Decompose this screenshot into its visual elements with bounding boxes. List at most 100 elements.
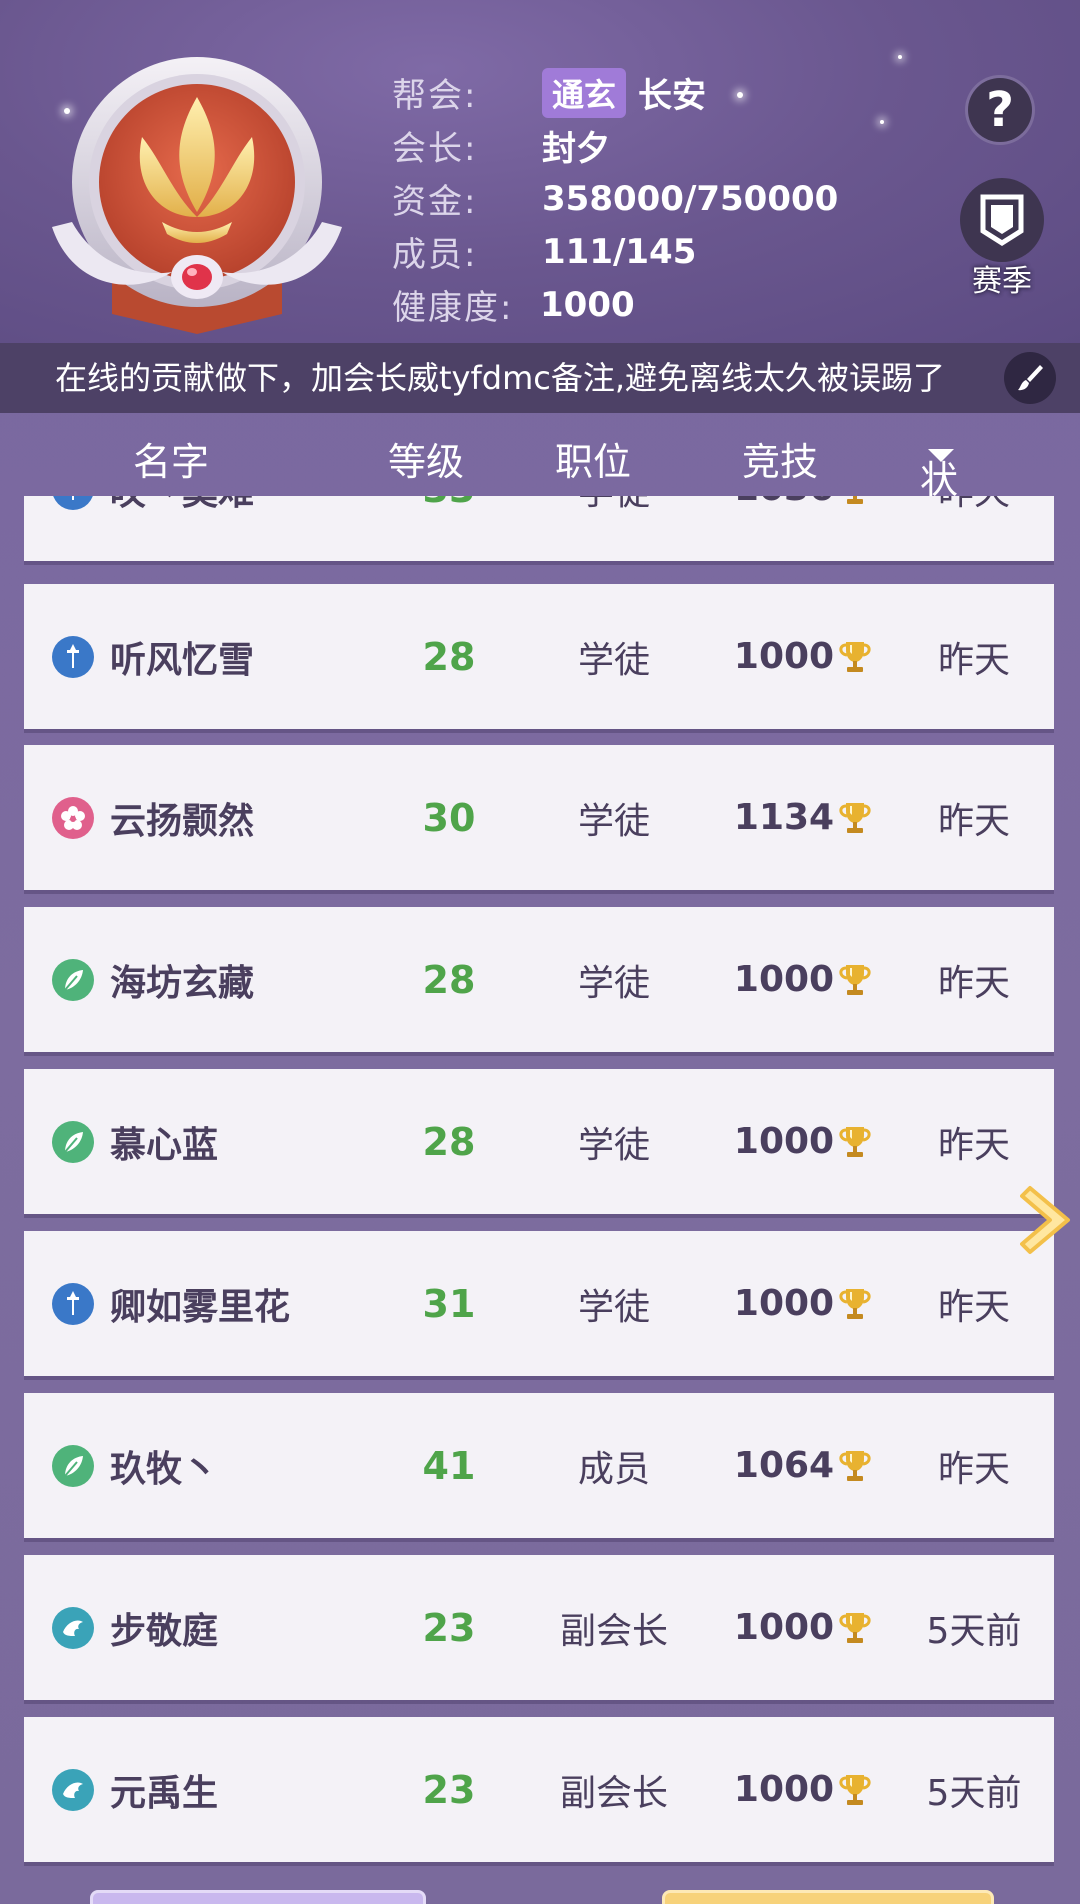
member-arena-cell: 1064 [724, 1393, 884, 1538]
guild-info-table: 帮会: 通玄 长安 会长: 封夕 资金: 358000/750000 成员: 1… [392, 66, 838, 331]
member-level: 31 [422, 1281, 476, 1326]
member-last-online: 昨天 [937, 639, 1010, 681]
member-name: 云扬颢然 [110, 800, 255, 842]
school-icon-cell [52, 584, 94, 729]
member-table-header: 名字 等级 职位 竞技 状态 [0, 413, 1080, 557]
member-position: 学徒 [544, 496, 684, 561]
health-row: 健康度: 1000 [392, 278, 838, 331]
table-row[interactable]: 听风忆雪 28 学徒 1000 昨天 [24, 584, 1054, 729]
edit-notice-button[interactable] [1004, 352, 1056, 404]
member-position: 学徒 [577, 1286, 650, 1328]
dragon-school-icon [52, 1768, 94, 1811]
guild-label: 帮会: [392, 76, 478, 116]
member-list[interactable]: 叹丶莫难33学徒1036昨天听风忆雪28学徒1000昨天云扬颢然30学徒1134… [0, 496, 1080, 1871]
member-arena: 1134 [733, 797, 835, 838]
column-arena[interactable]: 竞技 [742, 431, 818, 486]
member-name: 元禹生 [110, 1772, 219, 1814]
member-name: 叹丶莫难 [110, 496, 254, 561]
member-level: 28 [422, 957, 476, 1002]
trophy-icon [839, 1288, 871, 1319]
column-position[interactable]: 职位 [555, 431, 631, 486]
member-position: 学徒 [577, 962, 650, 1004]
table-row[interactable]: 海坊玄藏 28 学徒 1000 昨天 [24, 907, 1054, 1052]
member-last-online: 5天前 [926, 1610, 1022, 1652]
member-arena: 1000 [733, 1607, 835, 1648]
member-position: 学徒 [577, 800, 650, 842]
member-last-online: 昨天 [937, 800, 1010, 842]
member-level: 28 [422, 634, 476, 679]
sword-school-icon [52, 496, 94, 510]
member-arena-cell: 1000 [724, 1069, 884, 1214]
member-level: 28 [422, 1119, 476, 1164]
leaf-school-icon [52, 1444, 94, 1487]
member-name: 步敬庭 [110, 1610, 219, 1652]
guild-name: 长安 [638, 76, 707, 116]
school-icon-cell [52, 1717, 94, 1862]
school-icon-cell [52, 1231, 94, 1376]
trophy-icon [839, 1126, 871, 1157]
school-icon-cell [52, 907, 94, 1052]
member-name: 海坊玄藏 [110, 962, 255, 1004]
help-button[interactable]: ? [968, 78, 1032, 142]
trophy-icon [839, 1774, 871, 1805]
trophy-icon [839, 964, 871, 995]
member-position: 成员 [577, 1448, 650, 1490]
member-level: 23 [422, 1605, 476, 1650]
guild-notice-bar: 在线的贡献做下，加会长威tyfdmc备注,避免离线太久被误踢了 [0, 343, 1080, 413]
column-name[interactable]: 名字 [133, 431, 209, 486]
member-position: 副会长 [559, 1772, 668, 1814]
table-row[interactable]: 步敬庭 23 副会长 1000 5天前 [24, 1555, 1054, 1700]
school-icon-cell [52, 1069, 94, 1214]
bottom-left-button[interactable] [90, 1890, 426, 1904]
guild-notice-text: 在线的贡献做下，加会长威tyfdmc备注,避免离线太久被误踢了 [55, 359, 946, 397]
flower-school-icon [52, 796, 94, 839]
leader-value: 封夕 [542, 129, 610, 169]
member-arena: 1000 [733, 636, 835, 677]
guild-emblem [52, 57, 342, 334]
members-row: 成员: 111/145 [392, 225, 838, 278]
member-last-online: 昨天 [937, 962, 1010, 1004]
next-page-arrow-icon[interactable] [1020, 1180, 1080, 1260]
sort-caret-icon [928, 449, 954, 462]
table-row[interactable]: 慕心蓝 28 学徒 1000 昨天 [24, 1069, 1054, 1214]
member-level: 30 [422, 795, 476, 840]
sparkle-decoration [880, 120, 884, 124]
table-row[interactable]: 叹丶莫难 33 学徒 1036 昨天 [24, 496, 1054, 561]
bottom-right-button[interactable] [662, 1890, 994, 1904]
table-row[interactable]: 云扬颢然 30 学徒 1134 昨天 [24, 745, 1054, 890]
season-label: 赛季 [972, 264, 1032, 299]
member-arena: 1000 [733, 1121, 835, 1162]
table-row[interactable]: 元禹生 23 副会长 1000 5天前 [24, 1717, 1054, 1862]
season-button[interactable]: 赛季 [958, 178, 1046, 299]
leader-row: 会长: 封夕 [392, 119, 838, 172]
sparkle-decoration [898, 55, 902, 59]
health-label: 健康度: [392, 288, 514, 328]
member-name: 卿如雾里花 [110, 1286, 291, 1328]
health-value: 1000 [540, 284, 635, 325]
member-name: 听风忆雪 [110, 639, 255, 681]
member-position: 学徒 [577, 639, 650, 681]
school-icon-cell [52, 745, 94, 890]
member-arena: 1000 [733, 959, 835, 1000]
table-row[interactable]: 玖牧丶 41 成员 1064 昨天 [24, 1393, 1054, 1538]
table-row[interactable]: 卿如雾里花 31 学徒 1000 昨天 [24, 1231, 1054, 1376]
member-arena-cell: 1036 [724, 496, 884, 561]
school-icon-cell [52, 496, 94, 561]
funds-row: 资金: 358000/750000 [392, 172, 838, 225]
school-icon-cell [52, 1555, 94, 1700]
trophy-icon [839, 802, 871, 833]
column-level[interactable]: 等级 [388, 431, 464, 486]
member-arena: 1000 [733, 1283, 835, 1324]
member-last-online: 昨天 [937, 1448, 1010, 1490]
member-position: 副会长 [559, 1610, 668, 1652]
trophy-icon [839, 1450, 871, 1481]
dragon-school-icon [52, 1606, 94, 1649]
brush-icon [1018, 365, 1043, 391]
question-icon: ? [986, 82, 1014, 138]
members-label: 成员: [392, 235, 478, 275]
member-arena: 1064 [733, 1445, 835, 1486]
member-level: 41 [422, 1443, 476, 1488]
guild-value: 通玄 长安 [542, 67, 707, 118]
funds-label: 资金: [392, 182, 478, 222]
member-last-online: 昨天 [904, 496, 1044, 561]
